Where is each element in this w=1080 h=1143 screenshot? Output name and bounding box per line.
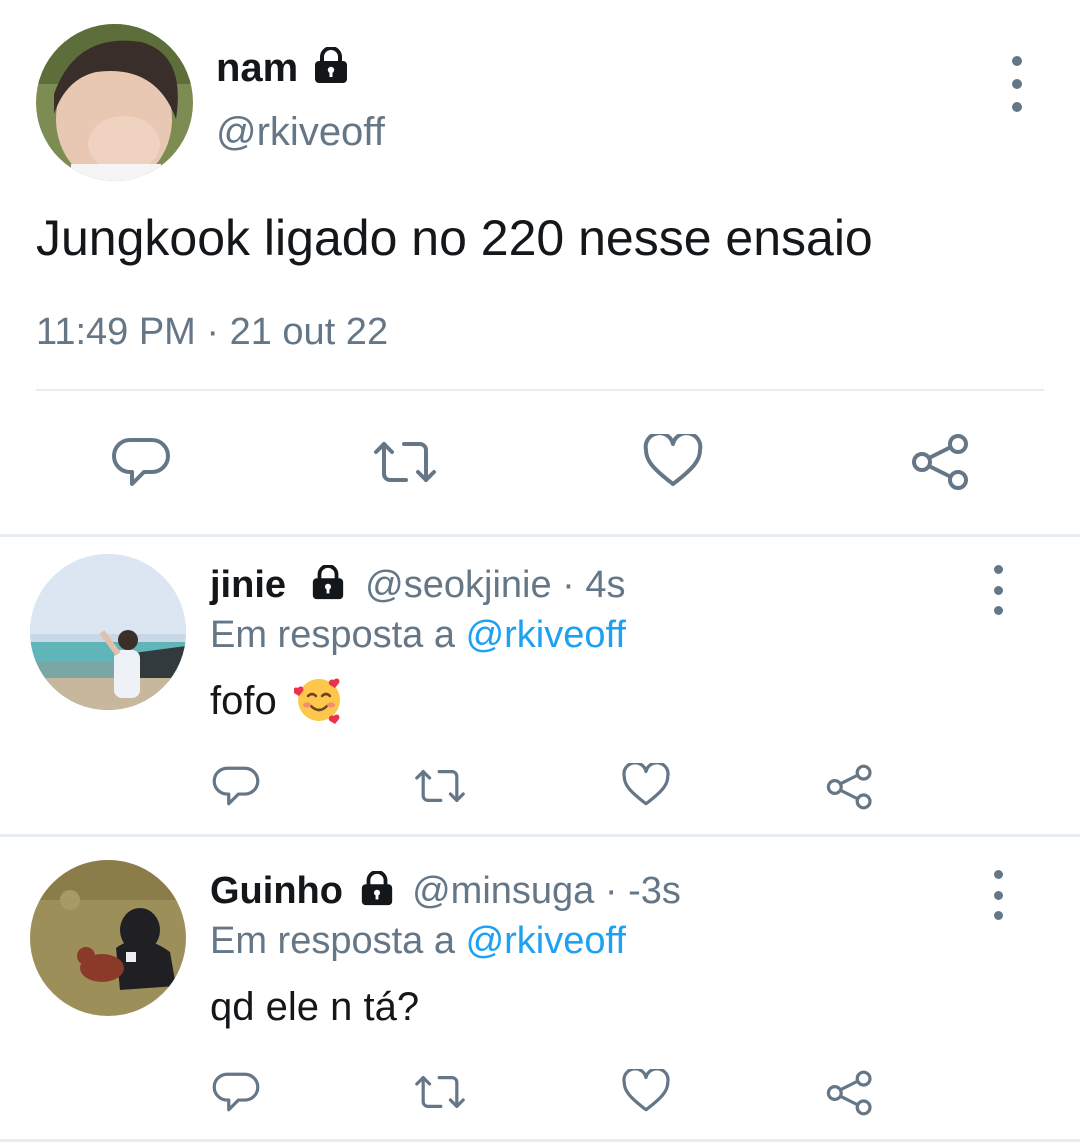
tweet-text: Jungkook ligado no 220 nesse ensaio — [36, 210, 873, 266]
retweet-icon[interactable] — [370, 430, 440, 494]
tweet-divider — [0, 534, 1080, 537]
reply-2-display-name[interactable]: Guinho — [210, 870, 343, 912]
reply-1-more-options-icon[interactable] — [988, 565, 1008, 615]
reply-2-header: Guinho @minsuga · -3s — [210, 868, 681, 914]
reply-icon[interactable] — [106, 430, 176, 494]
reply-1-age: · 4s — [562, 564, 626, 606]
share-icon[interactable] — [822, 762, 878, 812]
reply-to-link[interactable]: @rkiveoff — [466, 614, 626, 656]
lock-icon — [312, 564, 343, 600]
avatar-reply-1[interactable] — [30, 554, 186, 710]
reply-prefix: Em resposta a — [210, 920, 455, 962]
like-icon[interactable] — [618, 762, 674, 810]
reply-1-text: fofo — [210, 676, 344, 726]
reply-2-context: Em resposta a @rkiveoff — [210, 918, 626, 964]
lock-icon — [315, 47, 348, 84]
reply-icon[interactable] — [210, 762, 262, 810]
reply-prefix: Em resposta a — [210, 614, 455, 656]
retweet-icon[interactable] — [410, 1068, 470, 1116]
reply-1-display-name[interactable]: jinie — [210, 564, 286, 606]
reply-divider — [0, 834, 1080, 837]
share-icon[interactable] — [822, 1068, 878, 1118]
separator-line — [36, 389, 1044, 391]
avatar-main[interactable] — [36, 24, 193, 181]
reply-1-handle[interactable]: @seokjinie — [365, 564, 551, 606]
reply-2-text: qd ele n tá? — [210, 985, 420, 1029]
retweet-icon[interactable] — [410, 762, 470, 810]
main-handle[interactable]: @rkiveoff — [216, 108, 385, 156]
reply-1-header: jinie @seokjinie · 4s — [210, 562, 626, 608]
reply-icon[interactable] — [210, 1068, 262, 1116]
tweet-timestamp[interactable]: 11:49 PM · 21 out 22 — [36, 308, 388, 356]
like-icon[interactable] — [638, 430, 708, 494]
lock-icon — [361, 870, 392, 906]
reply-2-age: · -3s — [604, 870, 681, 912]
main-display-name[interactable]: nam — [216, 44, 351, 92]
share-icon[interactable] — [906, 430, 976, 494]
reply-to-link[interactable]: @rkiveoff — [466, 920, 626, 962]
reply-2-more-options-icon[interactable] — [988, 870, 1008, 920]
avatar-reply-2[interactable] — [30, 860, 186, 1016]
reply-1-text-content: fofo — [210, 679, 277, 723]
reply-2-handle[interactable]: @minsuga — [412, 870, 594, 912]
more-options-icon[interactable] — [1007, 56, 1027, 112]
like-icon[interactable] — [618, 1068, 674, 1116]
reply-1-context: Em resposta a @rkiveoff — [210, 612, 626, 658]
display-name-text[interactable]: nam — [216, 46, 298, 90]
bottom-divider — [0, 1139, 1080, 1142]
smiling-face-with-hearts-icon — [293, 678, 340, 725]
